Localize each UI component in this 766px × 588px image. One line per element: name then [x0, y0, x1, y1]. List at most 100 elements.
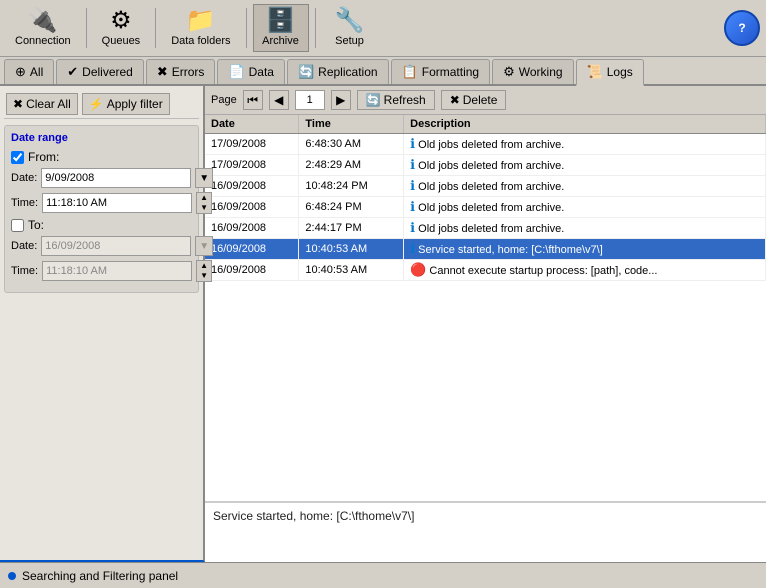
from-time-row: Time: ▲ ▼	[11, 192, 192, 214]
status-indicator	[8, 572, 16, 580]
date-range-group: Date range From: Date: ▼ Time: ▲ ▼	[4, 125, 199, 293]
to-date-dropdown[interactable]: ▼	[195, 236, 213, 256]
from-checkbox[interactable]	[11, 151, 24, 164]
tab-delivered[interactable]: ✔ Delivered	[56, 59, 144, 84]
tab-label-working: Working	[519, 65, 563, 79]
refresh-icon: 🔄	[366, 93, 381, 107]
from-label: From:	[28, 150, 59, 164]
next-page-button[interactable]: ▶	[331, 90, 351, 110]
to-time-up[interactable]: ▲	[197, 261, 211, 271]
queues-label: Queues	[102, 35, 141, 47]
cell-desc: ℹ Old jobs deleted from archive.	[404, 197, 766, 218]
table-row[interactable]: 16/09/2008 2:44:17 PM ℹ Old jobs deleted…	[205, 218, 766, 239]
tab-logs[interactable]: 📜Logs	[576, 59, 644, 86]
tab-all[interactable]: ⊕All	[4, 59, 54, 84]
table-row[interactable]: 17/09/2008 6:48:30 AM ℹ Old jobs deleted…	[205, 134, 766, 155]
cell-date: 16/09/2008	[205, 260, 299, 281]
tab-icon-errors: ✖	[157, 64, 168, 80]
from-date-row: Date: ▼	[11, 168, 192, 188]
setup-label: Setup	[335, 35, 364, 47]
to-time-down[interactable]: ▼	[197, 271, 211, 281]
from-time-down[interactable]: ▼	[197, 203, 211, 213]
cell-time: 2:48:29 AM	[299, 155, 404, 176]
tab-label-logs: Logs	[607, 65, 633, 79]
filter-toolbar: ✖ Clear All ⚡ Apply filter	[4, 90, 199, 119]
first-page-button[interactable]: ⏮	[243, 90, 263, 110]
table-row[interactable]: 16/09/2008 10:48:24 PM ℹ Old jobs delete…	[205, 176, 766, 197]
col-date: Date	[205, 115, 299, 134]
cell-time: 2:44:17 PM	[299, 218, 404, 239]
connection-button[interactable]: 🔌 Connection	[6, 4, 80, 52]
info-icon: ℹ	[410, 199, 415, 214]
info-icon: ℹ	[410, 220, 415, 235]
table-row[interactable]: 17/09/2008 2:48:29 AM ℹ Old jobs deleted…	[205, 155, 766, 176]
cell-time: 6:48:30 AM	[299, 134, 404, 155]
page-number-input[interactable]	[295, 90, 325, 110]
cell-date: 16/09/2008	[205, 197, 299, 218]
prev-page-button[interactable]: ◀	[269, 90, 289, 110]
cell-time: 10:40:53 AM	[299, 239, 404, 260]
to-date-input[interactable]	[41, 236, 191, 256]
log-panel: Page ⏮ ◀ ▶ 🔄 Refresh ✖ Delete Date Time	[205, 86, 766, 562]
from-time-spinner: ▲ ▼	[196, 192, 212, 214]
col-time: Time	[299, 115, 404, 134]
table-row[interactable]: 16/09/2008 10:40:53 AM ℹ Service started…	[205, 239, 766, 260]
tab-icon-all: ⊕	[15, 64, 26, 80]
archive-button[interactable]: 🗄️ Archive	[253, 4, 309, 52]
apply-icon: ⚡	[89, 97, 104, 111]
header-row: Date Time Description	[205, 115, 766, 134]
delete-button[interactable]: ✖ Delete	[441, 90, 507, 110]
date-range-title: Date range	[11, 132, 192, 144]
cell-desc: ℹ Old jobs deleted from archive.	[404, 134, 766, 155]
tab-icon-working: ⚙	[503, 64, 515, 80]
setup-button[interactable]: 🔧 Setup	[322, 4, 378, 52]
info-icon: ℹ	[410, 157, 415, 172]
to-time-input[interactable]	[42, 261, 192, 281]
tab-icon-replication: 🔄	[298, 64, 314, 80]
cell-date: 17/09/2008	[205, 134, 299, 155]
tab-icon-formatting: 📋	[402, 64, 418, 80]
cell-time: 10:40:53 AM	[299, 260, 404, 281]
cell-date: 16/09/2008	[205, 239, 299, 260]
tab-replication[interactable]: 🔄 Replication	[287, 59, 389, 84]
apply-filter-button[interactable]: ⚡ Apply filter	[82, 93, 170, 115]
log-data-table: Date Time Description 17/09/2008 6:48:30…	[205, 115, 766, 281]
refresh-label: Refresh	[384, 93, 426, 107]
table-body: 17/09/2008 6:48:30 AM ℹ Old jobs deleted…	[205, 134, 766, 281]
tab-label-replication: Replication	[318, 65, 377, 79]
to-checkbox[interactable]	[11, 219, 24, 232]
table-row[interactable]: 16/09/2008 10:40:53 AM 🔴 Cannot execute …	[205, 260, 766, 281]
tab-formatting[interactable]: 📋Formatting	[391, 59, 491, 84]
toolbar-separator-3	[246, 8, 247, 48]
log-toolbar: Page ⏮ ◀ ▶ 🔄 Refresh ✖ Delete	[205, 86, 766, 115]
from-time-up[interactable]: ▲	[197, 193, 211, 203]
connection-icon: 🔌	[28, 9, 58, 33]
cell-desc: ℹ Old jobs deleted from archive.	[404, 218, 766, 239]
help-button[interactable]: ?	[724, 10, 760, 46]
tab-errors[interactable]: ✖Errors	[146, 59, 216, 84]
from-date-dropdown[interactable]: ▼	[195, 168, 213, 188]
tab-data[interactable]: 📄Data	[217, 59, 285, 84]
table-row[interactable]: 16/09/2008 6:48:24 PM ℹ Old jobs deleted…	[205, 197, 766, 218]
tab-label-delivered: Delivered	[82, 65, 133, 79]
date-label-from: Date:	[11, 172, 37, 184]
datafolders-button[interactable]: 📁 Data folders	[162, 4, 239, 52]
from-row: From:	[11, 150, 192, 164]
from-time-input[interactable]	[42, 193, 192, 213]
archive-icon: 🗄️	[266, 9, 296, 33]
main-toolbar: 🔌 Connection ⚙ Queues 📁 Data folders 🗄️ …	[0, 0, 766, 57]
cell-time: 10:48:24 PM	[299, 176, 404, 197]
tab-icon-delivered: ✔	[67, 64, 78, 80]
queues-button[interactable]: ⚙ Queues	[93, 4, 150, 52]
from-date-input[interactable]	[41, 168, 191, 188]
cell-date: 16/09/2008	[205, 176, 299, 197]
info-icon: ℹ	[410, 178, 415, 193]
clear-all-button[interactable]: ✖ Clear All	[6, 93, 78, 115]
tab-icon-data: 📄	[228, 64, 244, 80]
cell-date: 17/09/2008	[205, 155, 299, 176]
clear-icon: ✖	[13, 97, 23, 111]
info-icon: ℹ	[410, 136, 415, 151]
cell-desc: 🔴 Cannot execute startup process: [path]…	[404, 260, 766, 281]
refresh-button[interactable]: 🔄 Refresh	[357, 90, 435, 110]
tab-working[interactable]: ⚙ Working	[492, 59, 573, 84]
